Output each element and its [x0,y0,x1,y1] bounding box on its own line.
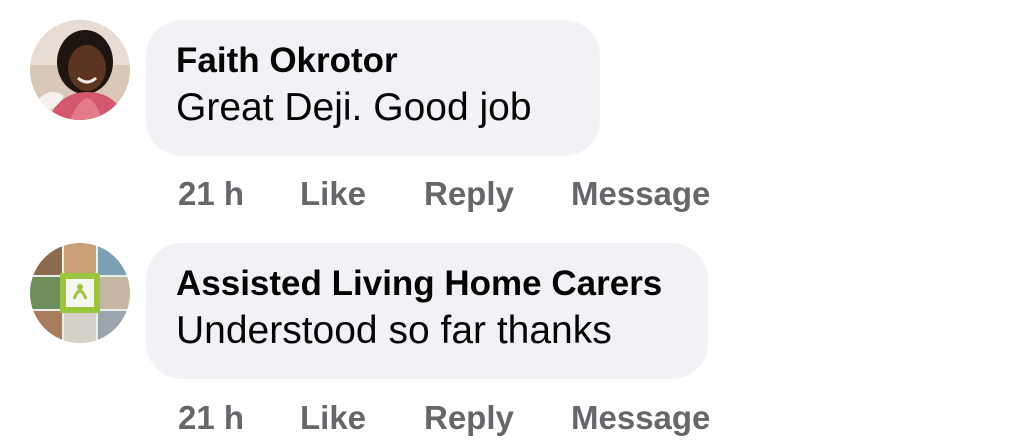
profile-photo-icon [30,20,130,120]
comment-timestamp[interactable]: 21 h [178,175,244,213]
comment-text: Understood so far thanks [176,309,612,352]
avatar[interactable] [30,243,130,343]
comment-bubble: Assisted Living Home Carers Understood s… [146,243,708,379]
organization-logo-icon [30,243,130,343]
comment-author[interactable]: Faith Okrotor [176,42,570,80]
message-button[interactable]: Message [571,175,710,213]
like-button[interactable]: Like [300,175,366,213]
comment-timestamp[interactable]: 21 h [178,399,244,437]
avatar[interactable] [30,20,130,120]
comment-bubble: Faith Okrotor Great Deji. Good job [146,20,600,156]
like-button[interactable]: Like [300,399,366,437]
reply-button[interactable]: Reply [424,399,514,437]
reply-button[interactable]: Reply [424,175,514,213]
comment-text: Great Deji. Good job [176,86,532,129]
comment-author[interactable]: Assisted Living Home Carers [176,265,678,303]
message-button[interactable]: Message [571,399,710,437]
